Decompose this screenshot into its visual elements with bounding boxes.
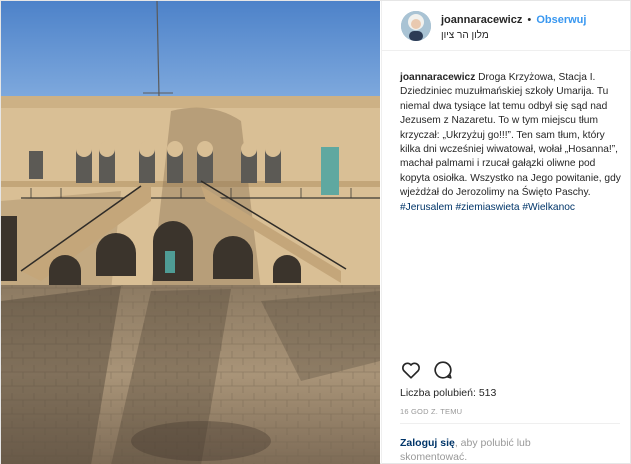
post-header: joannaracewicz • Obserwuj מלון הר ציון [382,1,631,51]
header-line: joannaracewicz • Obserwuj [441,14,586,26]
avatar-image [401,11,431,41]
comment-icon[interactable] [432,359,454,381]
hashtag-link[interactable]: #Jerusalem [400,202,453,213]
hashtag-link[interactable]: #ziemiaswieta [456,202,520,213]
hashtag-link[interactable]: #Wielkanoc [522,202,575,213]
likes-label: Liczba polubień: [400,387,476,399]
caption-username[interactable]: joannaracewicz [400,72,475,83]
heart-icon[interactable] [400,359,422,381]
username-link[interactable]: joannaracewicz [441,14,522,26]
post-timestamp[interactable]: 16 GOD Z. TEMU [400,407,462,416]
caption-text: Droga Krzyżowa, Stacja I. Dziedziniec mu… [400,72,621,199]
post-caption: joannaracewicz Droga Krzyżowa, Stacja I.… [400,71,624,215]
location-link[interactable]: מלון הר ציון [441,30,489,41]
instagram-post: joannaracewicz • Obserwuj מלון הר ציון j… [0,0,631,464]
login-link[interactable]: Zaloguj się [400,437,455,449]
separator-dot: • [527,14,532,26]
likes-count: Liczba polubień: 513 [400,387,496,399]
post-photo[interactable] [1,1,380,464]
post-sidebar: joannaracewicz • Obserwuj מלון הר ציון j… [381,1,631,464]
follow-button[interactable]: Obserwuj [536,14,586,26]
avatar[interactable] [401,11,431,41]
divider [400,423,620,424]
login-prompt: Zaloguj się, aby polubić lub skomentować… [400,436,600,464]
courtyard-photo [1,1,380,464]
likes-number[interactable]: 513 [479,387,497,399]
action-bar [400,359,620,381]
